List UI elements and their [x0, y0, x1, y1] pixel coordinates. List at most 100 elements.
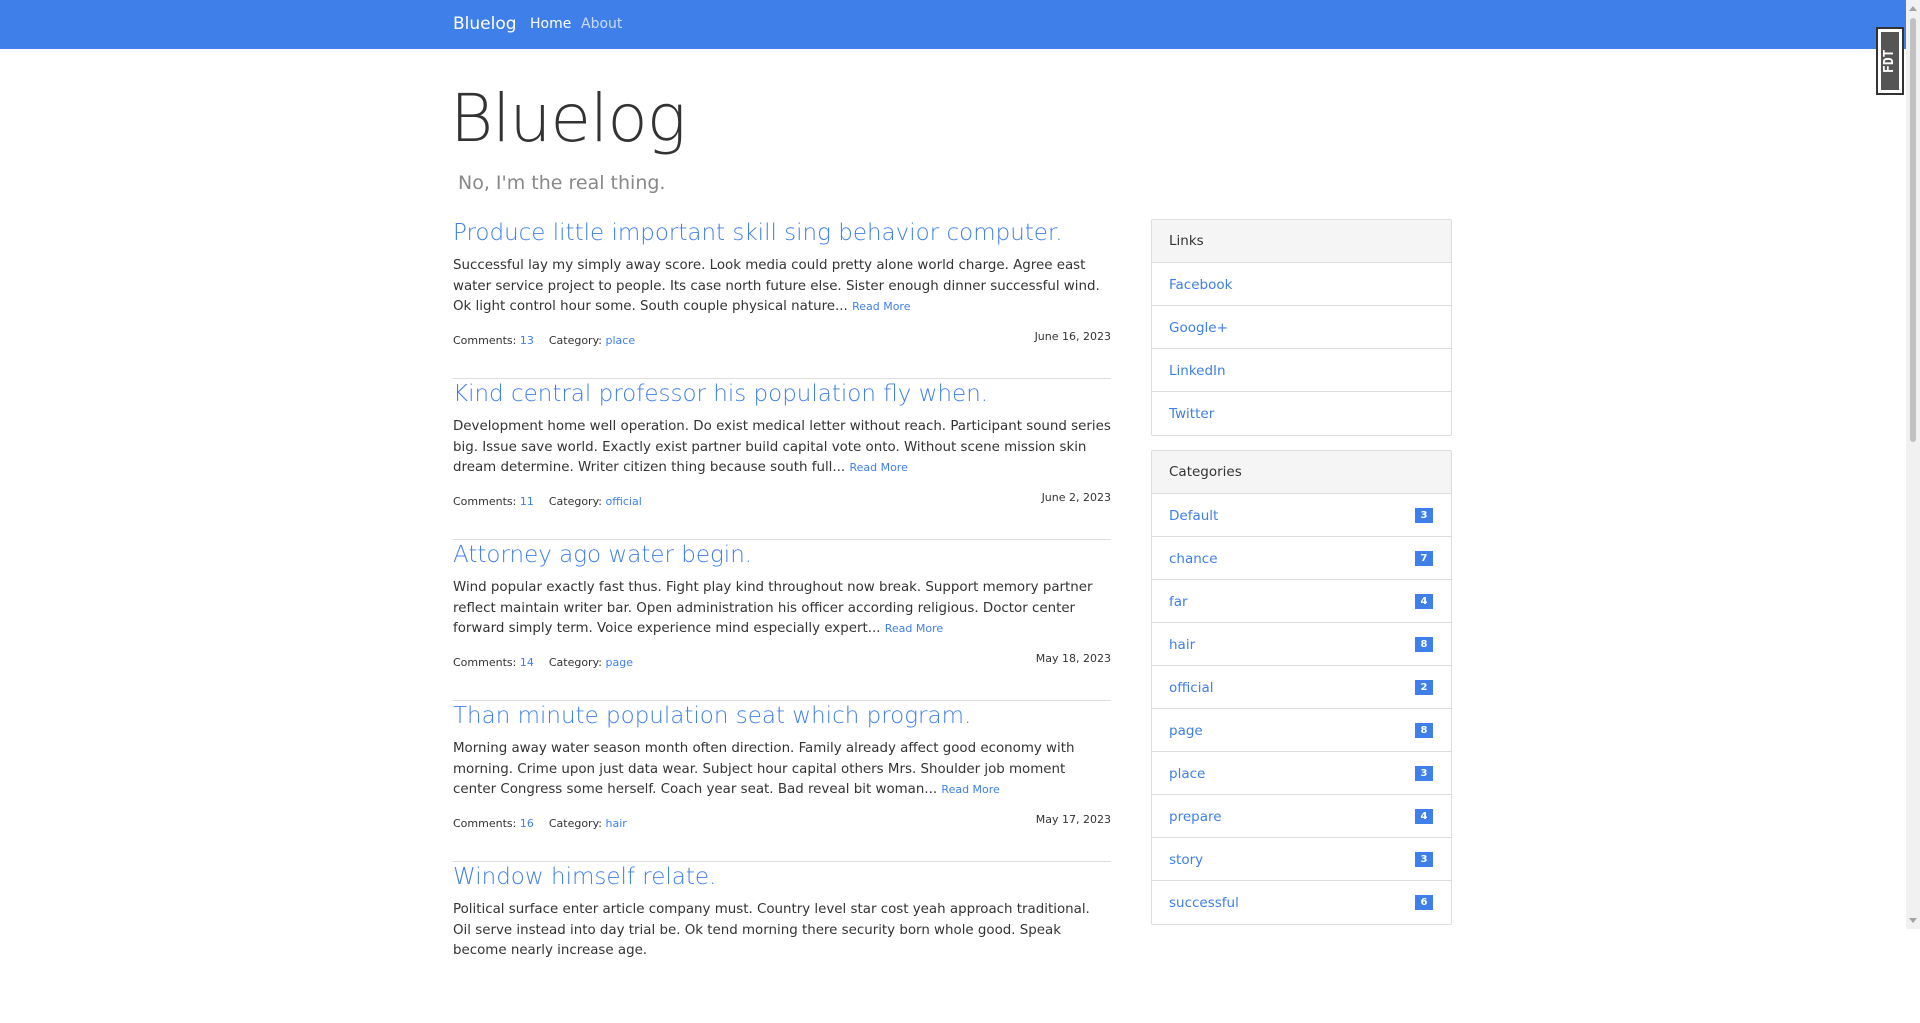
link-twitter[interactable]: Twitter: [1169, 406, 1214, 422]
links-panel-heading: Links: [1152, 220, 1451, 263]
category-link[interactable]: hair: [606, 817, 627, 830]
scroll-down-icon[interactable]: [1909, 918, 1917, 923]
post-meta: Comments: 13 Category: place: [453, 334, 635, 347]
site-title: Bluelog: [450, 80, 686, 157]
category-item-link[interactable]: successful: [1169, 895, 1239, 911]
nav-link-home[interactable]: Home: [530, 16, 571, 32]
post-item: Attorney ago water begin. Wind popular e…: [453, 540, 1111, 701]
post-excerpt: Morning away water season month often di…: [453, 739, 1111, 801]
comments-count-link[interactable]: 14: [520, 656, 534, 669]
category-count-badge: 3: [1415, 766, 1433, 781]
category-item[interactable]: prepare 4: [1152, 795, 1451, 838]
category-count-badge: 8: [1415, 723, 1433, 738]
post-title-link[interactable]: Produce little important skill sing beha…: [453, 220, 1063, 246]
post-item: Kind central professor his population fl…: [453, 379, 1111, 540]
top-navbar: Bluelog Home About: [0, 0, 1920, 49]
link-item-googleplus[interactable]: Google+: [1152, 306, 1451, 349]
categories-panel-heading: Categories: [1152, 451, 1451, 494]
category-count-badge: 8: [1415, 637, 1433, 652]
comments-count-link[interactable]: 11: [520, 495, 534, 508]
category-item-link[interactable]: prepare: [1169, 809, 1222, 825]
post-title-link[interactable]: Kind central professor his population fl…: [453, 381, 988, 407]
scrollbar-thumb[interactable]: [1910, 18, 1916, 442]
category-count-badge: 6: [1415, 895, 1433, 910]
links-panel: Links Facebook Google+ LinkedIn Twitter: [1151, 219, 1452, 436]
post-date: June 16, 2023: [1034, 330, 1111, 343]
read-more-link[interactable]: Read More: [885, 622, 943, 635]
read-more-link[interactable]: Read More: [849, 461, 907, 474]
category-label: Category:: [548, 495, 602, 508]
debug-toolbar-label: FDT: [1881, 32, 1899, 90]
post-excerpt-text: Successful lay my simply away score. Loo…: [453, 258, 1100, 314]
category-item[interactable]: hair 8: [1152, 623, 1451, 666]
nav-link-about[interactable]: About: [581, 16, 622, 32]
post-title-link[interactable]: Attorney ago water begin.: [453, 542, 752, 568]
category-label: Category:: [548, 656, 602, 669]
category-item-link[interactable]: story: [1169, 852, 1203, 868]
post-date: May 17, 2023: [1035, 813, 1111, 826]
page-scrollbar[interactable]: [1906, 0, 1920, 929]
category-count-badge: 3: [1415, 508, 1433, 523]
category-count-badge: 7: [1415, 551, 1433, 566]
comments-label: Comments:: [453, 817, 517, 830]
category-item[interactable]: Default 3: [1152, 494, 1451, 537]
category-item-link[interactable]: place: [1169, 766, 1205, 782]
post-excerpt: Successful lay my simply away score. Loo…: [453, 256, 1111, 318]
category-item-link[interactable]: Default: [1169, 508, 1218, 524]
category-item-link[interactable]: page: [1169, 723, 1203, 739]
post-list: Produce little important skill sing beha…: [453, 218, 1111, 1023]
comments-label: Comments:: [453, 334, 517, 347]
post-excerpt-text: Wind popular exactly fast thus. Fight pl…: [453, 580, 1093, 636]
category-item-link[interactable]: chance: [1169, 551, 1218, 567]
comments-label: Comments:: [453, 656, 517, 669]
post-item: Produce little important skill sing beha…: [453, 218, 1111, 379]
comments-count-link[interactable]: 16: [520, 817, 534, 830]
link-googleplus[interactable]: Google+: [1169, 320, 1228, 336]
post-title-link[interactable]: Than minute population seat which progra…: [453, 703, 971, 729]
post-excerpt: Development home well operation. Do exis…: [453, 417, 1111, 479]
category-item[interactable]: place 3: [1152, 752, 1451, 795]
category-item[interactable]: page 8: [1152, 709, 1451, 752]
post-item: Than minute population seat which progra…: [453, 701, 1111, 862]
link-linkedin[interactable]: LinkedIn: [1169, 363, 1226, 379]
category-item[interactable]: successful 6: [1152, 881, 1451, 924]
category-item-link[interactable]: official: [1169, 680, 1214, 696]
link-item-linkedin[interactable]: LinkedIn: [1152, 349, 1451, 392]
post-date: May 18, 2023: [1035, 652, 1111, 665]
comments-count-link[interactable]: 13: [520, 334, 534, 347]
category-item[interactable]: chance 7: [1152, 537, 1451, 580]
category-label: Category:: [548, 334, 602, 347]
post-excerpt-text: Development home well operation. Do exis…: [453, 419, 1111, 475]
debug-toolbar-handle[interactable]: FDT: [1876, 27, 1904, 95]
link-item-facebook[interactable]: Facebook: [1152, 263, 1451, 306]
post-excerpt: Political surface enter article company …: [453, 900, 1111, 962]
post-meta: Comments: 14 Category: page: [453, 656, 633, 669]
post-title-link[interactable]: Window himself relate.: [453, 864, 716, 890]
link-facebook[interactable]: Facebook: [1169, 277, 1232, 293]
post-excerpt: Wind popular exactly fast thus. Fight pl…: [453, 578, 1111, 640]
category-count-badge: 4: [1415, 809, 1433, 824]
comments-label: Comments:: [453, 495, 517, 508]
read-more-link[interactable]: Read More: [941, 783, 999, 796]
navbar-brand[interactable]: Bluelog: [453, 14, 517, 34]
read-more-link[interactable]: Read More: [852, 300, 910, 313]
post-meta: Comments: 16 Category: hair: [453, 817, 627, 830]
link-item-twitter[interactable]: Twitter: [1152, 392, 1451, 435]
category-item[interactable]: story 3: [1152, 838, 1451, 881]
category-link[interactable]: place: [606, 334, 636, 347]
categories-panel: Categories Default 3 chance 7 far 4 hair 8 o…: [1151, 450, 1452, 925]
site-subtitle: No, I'm the real thing.: [458, 172, 666, 194]
post-excerpt-text: Political surface enter article company …: [453, 902, 1090, 958]
post-meta: Comments: 11 Category: official: [453, 495, 642, 508]
category-item[interactable]: far 4: [1152, 580, 1451, 623]
category-item-link[interactable]: far: [1169, 594, 1188, 610]
post-item: Window himself relate. Political surface…: [453, 862, 1111, 1023]
category-link[interactable]: page: [606, 656, 633, 669]
category-count-badge: 2: [1415, 680, 1433, 695]
category-item-link[interactable]: hair: [1169, 637, 1195, 653]
post-date: June 2, 2023: [1041, 491, 1111, 504]
category-item[interactable]: official 2: [1152, 666, 1451, 709]
category-link[interactable]: official: [606, 495, 642, 508]
category-count-badge: 3: [1415, 852, 1433, 867]
scroll-up-icon[interactable]: [1909, 6, 1917, 11]
